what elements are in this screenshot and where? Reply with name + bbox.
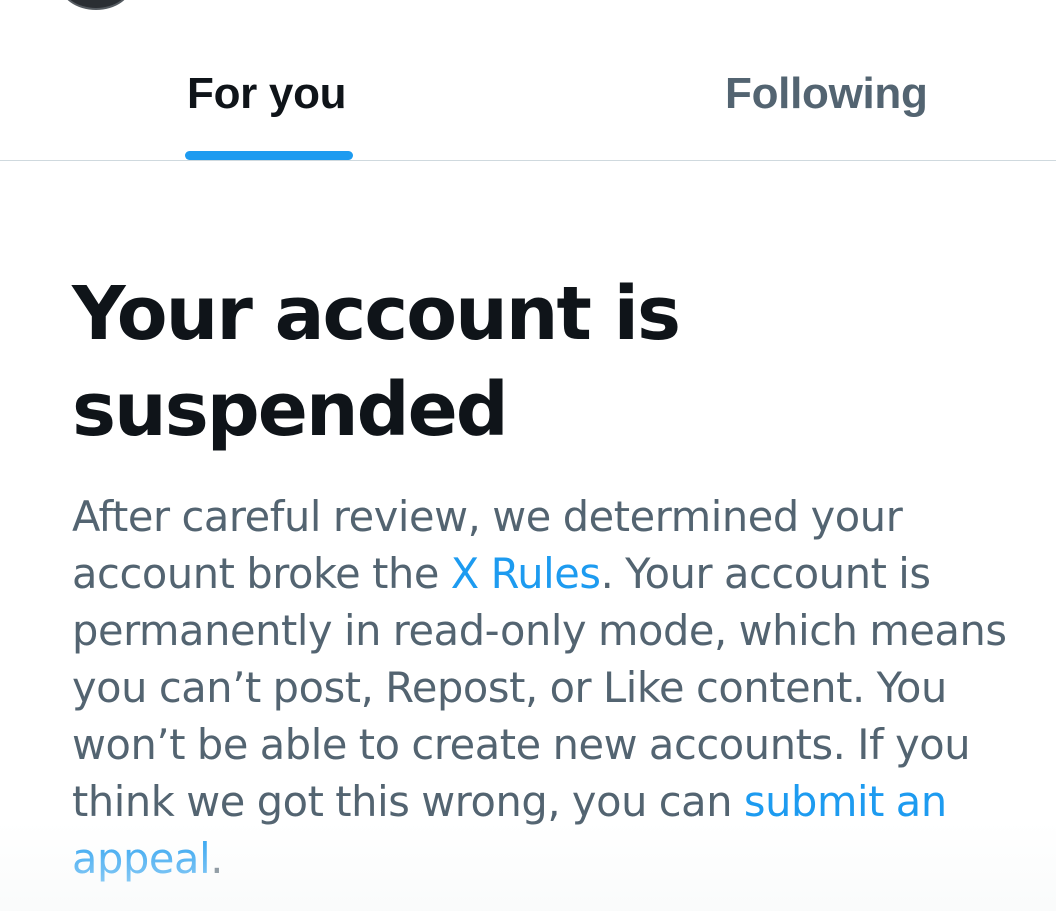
x-rules-link[interactable]: X Rules <box>451 549 601 598</box>
tab-for-you[interactable]: For you <box>0 0 537 160</box>
tab-following[interactable]: Following <box>537 0 1056 160</box>
tab-for-you-label: For you <box>187 69 347 118</box>
active-tab-indicator <box>185 151 353 160</box>
suspension-text-part-3: . <box>210 834 224 883</box>
suspension-message: After careful review, we determined your… <box>72 488 1056 887</box>
timeline-tabs: For you Following <box>0 0 1056 161</box>
tab-following-label: Following <box>725 69 928 118</box>
suspension-title: Your account is suspended <box>72 271 681 453</box>
